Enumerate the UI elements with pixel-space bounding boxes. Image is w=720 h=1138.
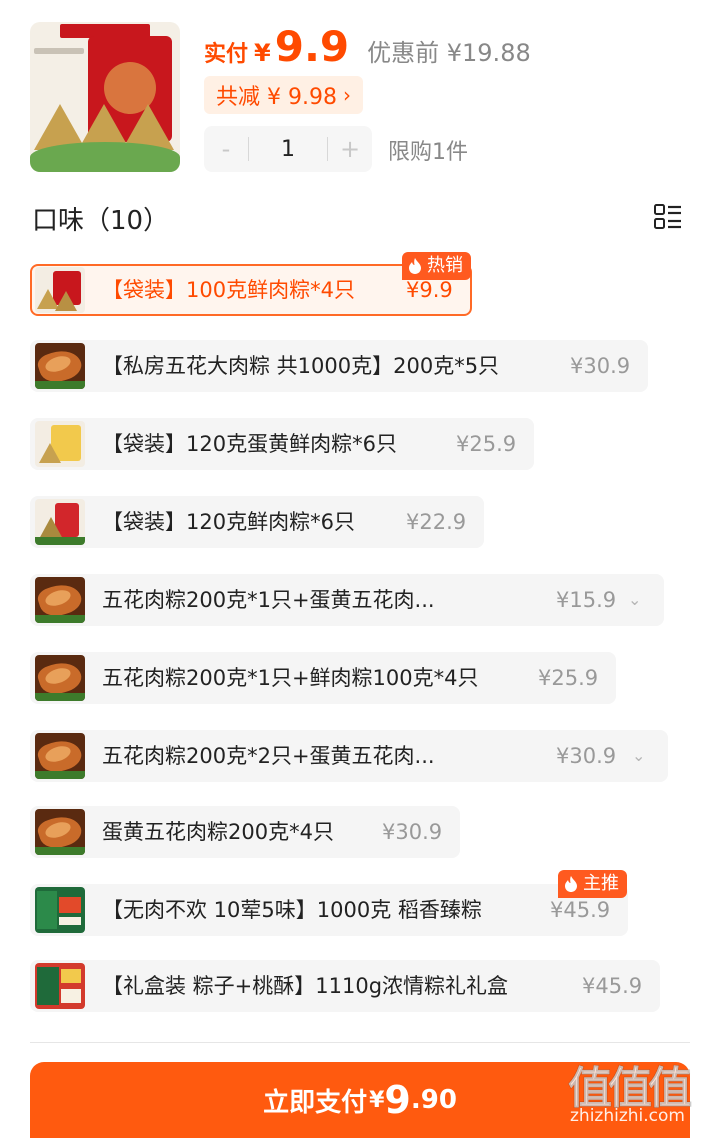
flavor-price: ¥25.9	[538, 666, 599, 690]
flavor-option[interactable]: 【礼盒装 粽子+桃酥】1110g浓情粽礼礼盒 ¥45.9	[30, 960, 660, 1012]
flavor-thumbnail	[35, 963, 85, 1009]
section-divider	[30, 1042, 690, 1043]
list-view-icon[interactable]	[654, 204, 682, 230]
chevron-down-icon[interactable]: ⌄	[628, 576, 641, 624]
recommended-badge: 主推	[558, 870, 627, 898]
pay-label: 立即支付	[263, 1087, 368, 1118]
hot-sale-badge: 热销	[402, 252, 471, 280]
flavor-label: 五花肉粽200克*1只+鲜肉粽100克*4只	[102, 666, 479, 690]
flavor-label: 蛋黄五花肉粽200克*4只	[102, 820, 334, 844]
flavor-thumbnail	[35, 499, 85, 545]
flavor-thumbnail	[35, 733, 85, 779]
flavor-thumbnail	[35, 577, 85, 623]
caption-bar	[34, 48, 84, 54]
quantity-value[interactable]: 1	[249, 137, 327, 162]
quantity-stepper: - 1 +	[204, 126, 372, 172]
flavor-option[interactable]: 【私房五花大肉粽 共1000克】200克*5只 ¥30.9	[30, 340, 648, 392]
flavor-option[interactable]: 五花肉粽200克*1只+蛋黄五花肉... ¥15.9 ⌄	[30, 574, 664, 626]
flame-icon	[409, 258, 421, 274]
flavor-label: 【袋装】100克鲜肉粽*4只	[102, 278, 355, 302]
flavor-price: ¥22.9	[406, 510, 467, 534]
flavor-thumbnail	[35, 655, 85, 701]
paid-currency: ¥	[254, 39, 271, 67]
pay-currency: ¥	[369, 1087, 385, 1113]
pay-now-button[interactable]: 立即支付 ¥ 9 .90	[30, 1062, 690, 1138]
original-price: 优惠前 ¥19.88	[367, 39, 531, 67]
flavor-thumbnail	[35, 809, 85, 855]
flavor-price: ¥30.9	[382, 820, 443, 844]
chevron-right-icon: ›	[342, 83, 351, 107]
flavor-option[interactable]: 五花肉粽200克*1只+鲜肉粽100克*4只 ¥25.9	[30, 652, 616, 704]
flavor-label: 【袋装】120克鲜肉粽*6只	[102, 510, 355, 534]
discount-text: 共减 ¥ 9.98	[216, 85, 337, 110]
flavor-option[interactable]: 【袋装】120克鲜肉粽*6只 ¥22.9	[30, 496, 484, 548]
flavor-option[interactable]: 【无肉不欢 10荤5味】1000克 稻香臻粽 ¥45.9	[30, 884, 628, 936]
flavor-option[interactable]: 五花肉粽200克*2只+蛋黄五花肉... ¥30.9 ⌄	[30, 730, 668, 782]
badge-text: 主推	[583, 873, 619, 894]
flavor-thumbnail	[35, 267, 85, 313]
decrement-button[interactable]: -	[204, 135, 248, 163]
product-image	[30, 22, 180, 172]
discount-detail-button[interactable]: 共减 ¥ 9.98 ›	[204, 76, 363, 114]
flavor-label: 【袋装】120克蛋黄鲜肉粽*6只	[102, 432, 397, 456]
flavor-price: ¥45.9	[582, 974, 643, 998]
flavor-label: 【私房五花大肉粽 共1000克】200克*5只	[102, 354, 500, 378]
flavor-price: ¥15.9	[556, 588, 617, 612]
paid-label: 实付	[204, 42, 249, 67]
increment-button[interactable]: +	[328, 135, 372, 163]
flavor-thumbnail	[35, 887, 85, 933]
flavor-thumbnail	[35, 421, 85, 467]
flavor-price: ¥30.9	[556, 744, 617, 768]
flavor-label: 五花肉粽200克*2只+蛋黄五花肉...	[102, 744, 435, 768]
pay-amount-int: 9	[384, 1078, 411, 1122]
flavor-option[interactable]: 【袋装】120克蛋黄鲜肉粽*6只 ¥25.9	[30, 418, 534, 470]
chevron-down-icon[interactable]: ⌄	[632, 732, 645, 780]
price-row: 实付 ¥ 9.9 优惠前 ¥19.88	[204, 22, 531, 71]
flavor-section-title: 口味（10）	[32, 206, 170, 236]
badge-text: 热销	[427, 255, 463, 276]
flame-icon	[565, 876, 577, 892]
flavor-label: 【礼盒装 粽子+桃酥】1110g浓情粽礼礼盒	[102, 974, 509, 998]
flavor-label: 五花肉粽200克*1只+蛋黄五花肉...	[102, 588, 435, 612]
pay-amount-dec: .90	[410, 1085, 457, 1115]
leaf-decor	[30, 142, 180, 172]
flavor-thumbnail	[35, 343, 85, 389]
flavor-price: ¥30.9	[570, 354, 631, 378]
purchase-limit: 限购1件	[388, 140, 468, 165]
paid-amount: 9.9	[274, 22, 350, 71]
flavor-option[interactable]: 蛋黄五花肉粽200克*4只 ¥30.9	[30, 806, 460, 858]
flavor-label: 【无肉不欢 10荤5味】1000克 稻香臻粽	[102, 898, 482, 922]
flavor-price: ¥25.9	[456, 432, 517, 456]
